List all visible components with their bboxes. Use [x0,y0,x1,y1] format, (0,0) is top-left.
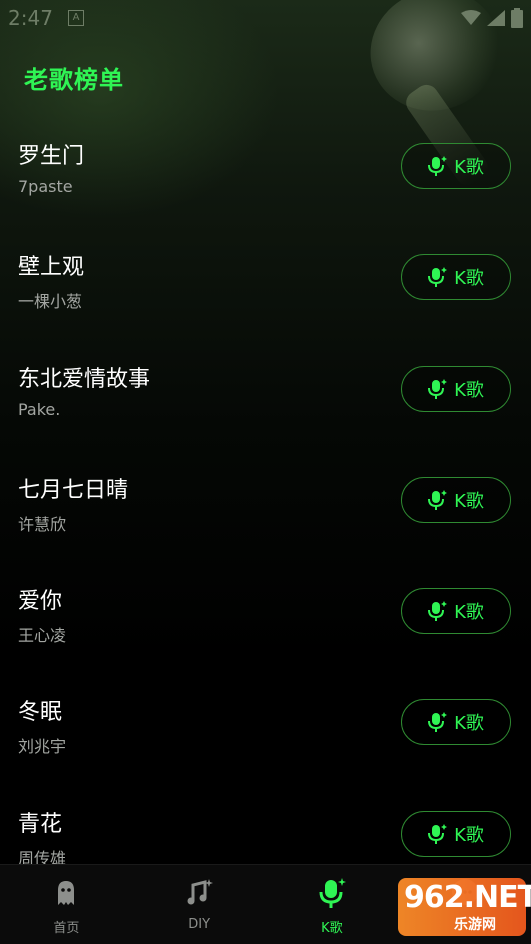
song-row[interactable]: 七月七日晴 许慧欣 K歌 [0,454,531,565]
song-list: 罗生门 7paste K歌 壁上观 一棵小葱 K歌 东北爱情故事 Pake. K… [0,120,531,899]
k-song-button[interactable]: K歌 [401,810,511,857]
status-time: 2:47 [8,6,53,30]
k-song-button[interactable]: K歌 [401,143,511,189]
song-artist: 许慧欣 [18,514,67,534]
watermark-main-text: 962.NET [404,880,531,915]
microphone-icon [428,823,448,844]
song-artist: 王心凌 [18,626,67,646]
nav-label: K歌 [321,921,343,936]
k-song-button[interactable]: K歌 [401,588,511,635]
song-row[interactable]: 冬眠 刘兆宇 K歌 [0,676,531,787]
nav-label: 首页 [53,921,80,936]
nav-item-ksong[interactable]: K歌 [266,865,399,944]
song-artist: Pake. [18,399,61,419]
song-artist: 7paste [18,177,73,196]
status-icons [461,8,523,28]
song-title: 青花 [18,811,63,837]
k-song-label: K歌 [454,824,484,846]
page-title: 老歌榜单 [24,66,124,94]
k-song-label: K歌 [454,713,484,735]
nav-label: DIY [188,917,211,932]
song-title: 冬眠 [18,700,63,726]
k-song-label: K歌 [454,379,484,401]
microphone-icon [428,601,448,622]
watermark-logo: 962.NET 乐游网 [398,878,531,936]
k-song-button[interactable]: K歌 [401,476,511,523]
nav-item-home[interactable]: 首页 [0,865,133,944]
watermark-sub-text: 乐游网 [454,917,496,933]
screen: 2:47 A 老歌榜单 罗生门 7paste K歌 壁上观 一棵小葱 K歌 东北… [0,0,531,944]
k-song-button[interactable]: K歌 [401,699,511,746]
nav-item-diy[interactable]: DIY [133,865,266,944]
music-note-icon [187,879,214,905]
song-row[interactable]: 爱你 王心凌 K歌 [0,565,531,676]
microphone-icon [428,712,448,733]
microphone-icon [428,378,448,399]
k-song-label: K歌 [454,157,484,178]
song-artist: 一棵小葱 [18,292,83,312]
song-artist: 刘兆宇 [18,737,67,757]
k-song-label: K歌 [454,268,484,290]
k-song-button[interactable]: K歌 [401,254,511,301]
microphone-icon [428,156,448,176]
signal-icon [487,10,505,26]
microphone-icon [428,489,448,510]
song-title: 壁上观 [18,255,85,281]
status-bar: 2:47 A [0,0,531,36]
song-title: 罗生门 [18,144,85,169]
microphone-icon [319,878,346,908]
notification-a-icon: A [68,10,84,26]
song-row[interactable]: 壁上观 一棵小葱 K歌 [0,231,531,342]
song-row[interactable]: 东北爱情故事 Pake. K歌 [0,343,531,454]
k-song-label: K歌 [454,602,484,624]
song-title: 东北爱情故事 [18,366,151,392]
song-title: 七月七日晴 [18,477,129,503]
song-title: 爱你 [18,589,63,615]
k-song-label: K歌 [454,490,484,512]
k-song-button[interactable]: K歌 [401,365,511,412]
song-row[interactable]: 罗生门 7paste K歌 [0,120,531,231]
microphone-icon [428,267,448,288]
battery-icon [511,8,523,28]
wifi-icon [461,10,481,25]
ghost-icon [58,881,75,905]
